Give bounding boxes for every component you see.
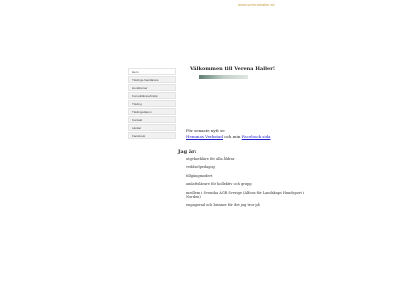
intro-middle: och min	[224, 134, 241, 139]
side-nav: Hem Tävlings-handlarare Hundkurser Konsu…	[128, 68, 176, 140]
nav-item-hem[interactable]: Hem	[128, 68, 176, 75]
intro-text: För senaste nytt se Hemmas Verkstad och …	[186, 128, 271, 140]
nav-item-lankar[interactable]: Länkar	[128, 124, 176, 131]
list-item: veddzelpedagog	[186, 165, 215, 170]
section-heading: Jag är:	[178, 149, 197, 155]
nav-item-tavling[interactable]: Tävling	[128, 100, 176, 107]
list-item: medlem i Svenska AGR Sverige (Alfons för…	[186, 190, 305, 200]
list-item: engagerad och brinner för det jag tror p…	[186, 203, 260, 208]
about-list: utgvkorkläre för alla åldrar veddzelpeda…	[186, 157, 306, 212]
verkstad-link[interactable]: Hemmas Verkstad	[186, 134, 223, 139]
site-url[interactable]: www.verenahaller.se	[238, 2, 275, 7]
nav-item-konsult[interactable]: Konsultlärare/Inköp	[128, 92, 176, 99]
nav-item-tavlingsdatum[interactable]: Tävlingsdatum	[128, 108, 176, 115]
facebook-link[interactable]: Facebook sida	[242, 134, 271, 139]
decorative-banner	[199, 75, 248, 79]
list-item: utgvkorkläre för alla åldrar	[186, 157, 235, 161]
nav-item-facebook[interactable]: Facebook	[128, 132, 176, 139]
nav-item-hundkurser[interactable]: Hundkurser	[128, 84, 176, 91]
intro-links-line: Hemmas Verkstad och min Facebook sida	[186, 134, 271, 140]
nav-item-tavlingshandlare[interactable]: Tävlings-handlarare	[128, 76, 176, 83]
list-item: amlattslärare för kollektiv och grupp	[186, 182, 252, 187]
nav-item-kontakt[interactable]: Kontakt	[128, 116, 176, 123]
list-item: tillgängmodert	[186, 173, 213, 178]
top-bar: www.verenahaller.se	[0, 0, 400, 12]
page-title: Välkommen till Verena Haller!	[190, 66, 276, 72]
